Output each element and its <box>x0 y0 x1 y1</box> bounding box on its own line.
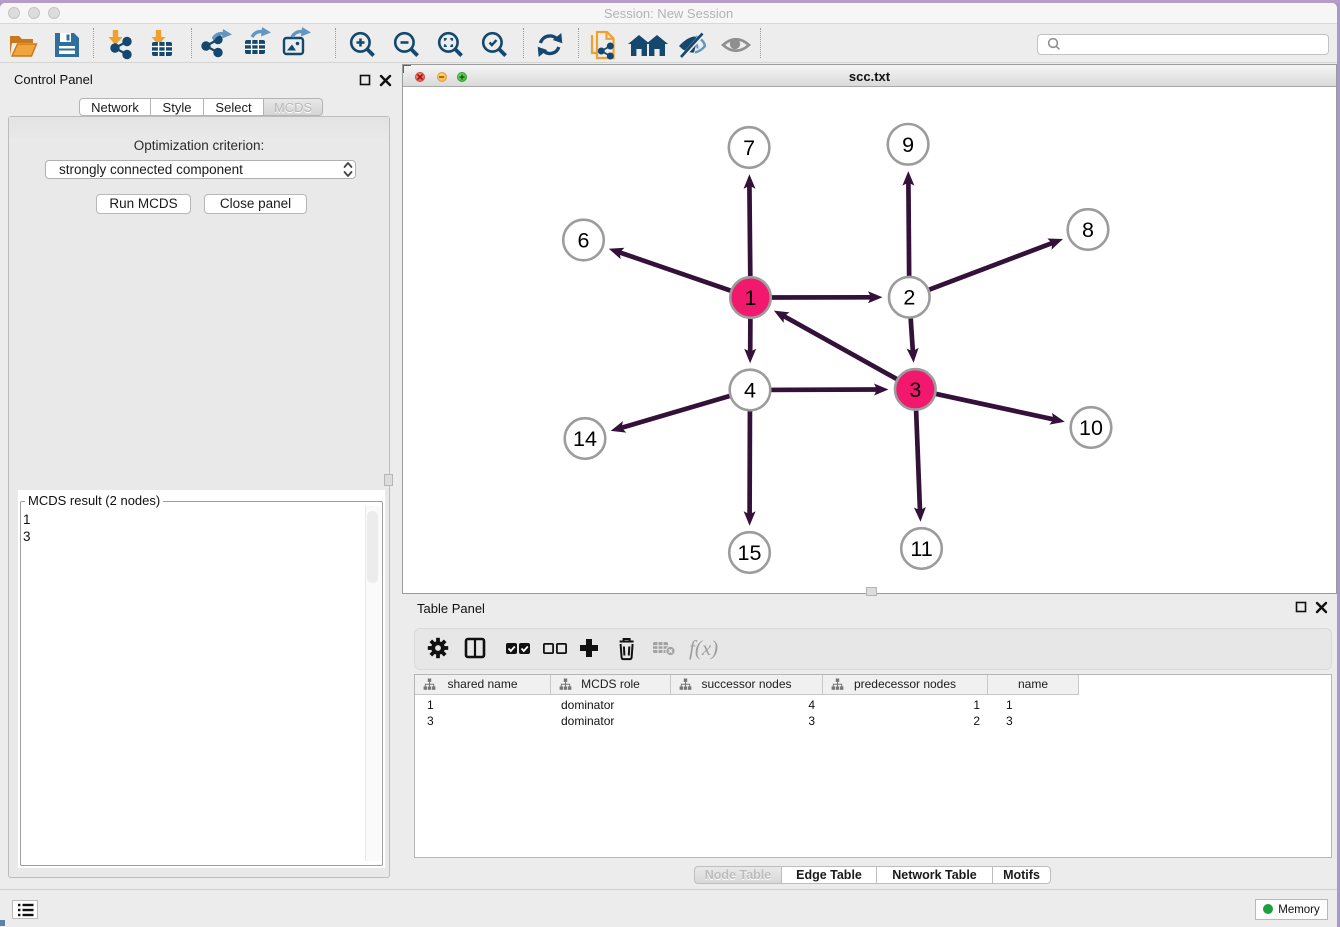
svg-text:f(x): f(x) <box>689 636 718 660</box>
svg-text:9: 9 <box>902 133 914 157</box>
svg-text:1: 1 <box>745 286 757 310</box>
svg-text:15: 15 <box>738 541 762 565</box>
svg-text:7: 7 <box>743 136 755 160</box>
svg-text:6: 6 <box>578 229 590 253</box>
svg-text:3: 3 <box>909 378 921 402</box>
svg-text:4: 4 <box>744 379 756 403</box>
svg-text:14: 14 <box>573 427 597 451</box>
svg-text:11: 11 <box>910 537 932 561</box>
svg-text:10: 10 <box>1079 416 1103 440</box>
svg-text:8: 8 <box>1082 218 1094 242</box>
svg-text:2: 2 <box>903 286 915 310</box>
